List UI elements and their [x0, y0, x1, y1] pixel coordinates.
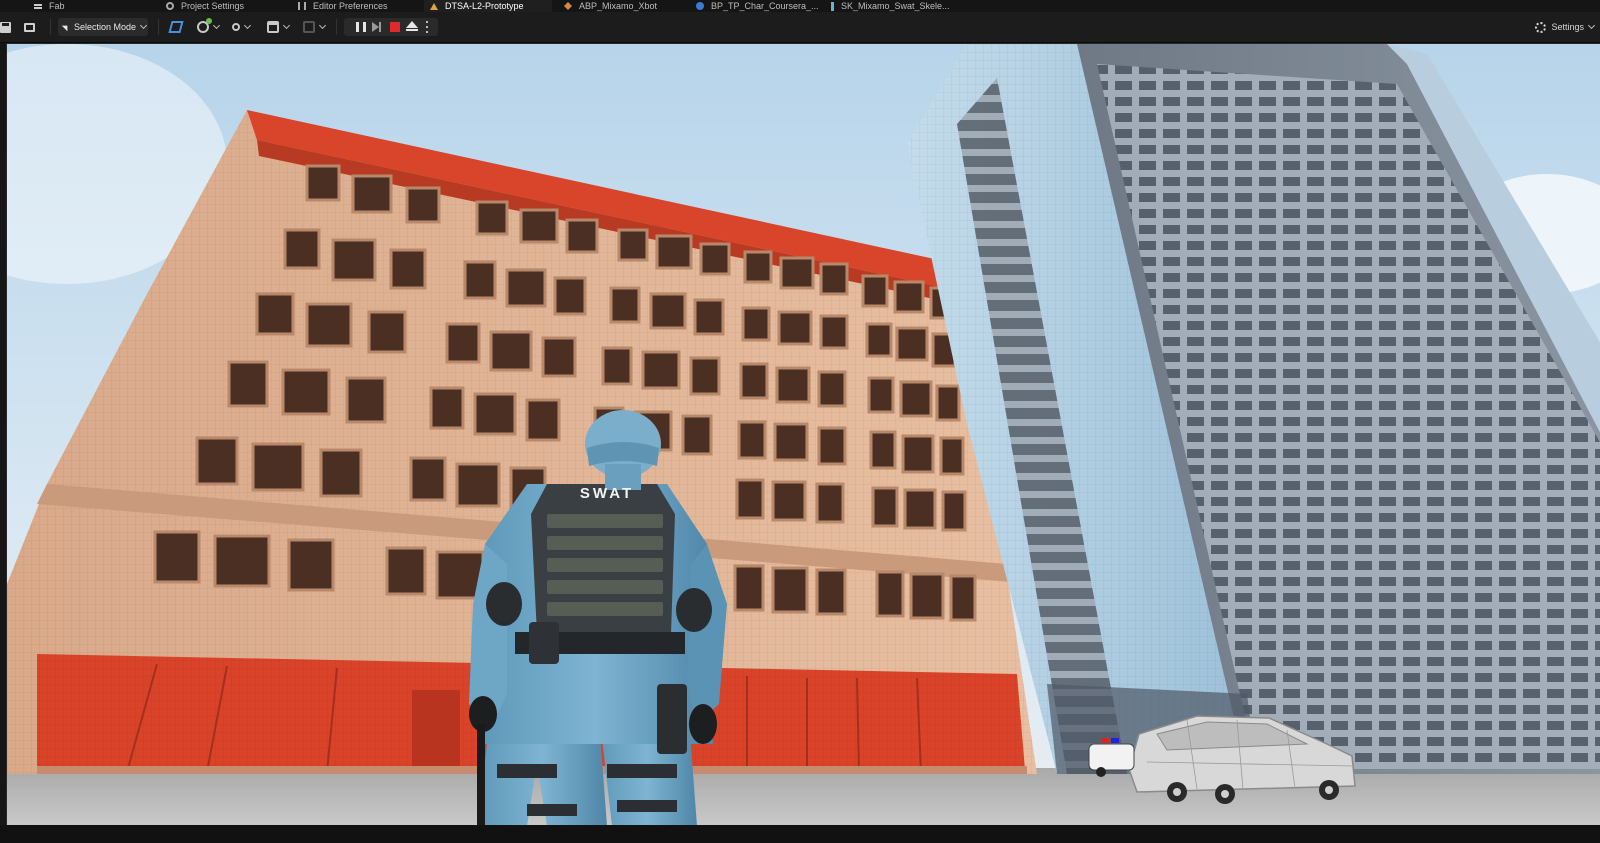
skeleton-icon: [831, 1, 834, 11]
tab-project-settings[interactable]: Project Settings: [166, 0, 244, 12]
tab-editor-preferences[interactable]: Editor Preferences: [298, 0, 388, 12]
level-icon: [430, 2, 438, 10]
stop-icon[interactable]: [390, 22, 400, 32]
eject-icon[interactable]: [406, 21, 418, 31]
tab-project-settings-label: Project Settings: [181, 1, 245, 11]
fab-icon: [34, 3, 42, 9]
tab-dtsa-l2-prototype-label: DTSA-L2-Prototype: [445, 1, 524, 11]
blueprint-graph-icon: [232, 23, 240, 31]
bottom-edge: [0, 825, 1600, 843]
animation-blueprint-icon: [564, 2, 572, 10]
settings-label: Settings: [1551, 22, 1584, 32]
toolbar-divider: [336, 19, 337, 35]
tab-bp-tp-char-coursera[interactable]: BP_TP_Char_Coursera_...: [696, 0, 819, 12]
content-browser-button[interactable]: [24, 18, 35, 36]
pause-icon[interactable]: [356, 22, 366, 32]
save-icon: [0, 21, 11, 33]
chevron-down-icon: [243, 21, 252, 30]
cursor-arrow-icon: [61, 22, 71, 32]
platforms-button[interactable]: [303, 18, 327, 36]
modeling-tools-button[interactable]: [168, 18, 184, 36]
add-actor-icon: [197, 18, 212, 33]
toolbar-divider: [50, 19, 51, 35]
toolbar-divider: [158, 19, 159, 35]
save-button[interactable]: [0, 18, 11, 36]
level-viewport[interactable]: SWAT: [6, 43, 1600, 826]
blueprint-character-icon: [696, 2, 704, 10]
chevron-down-icon: [318, 21, 327, 30]
scene-render: SWAT: [7, 44, 1600, 826]
sliders-icon: [298, 2, 306, 10]
tab-abp-mixamo-xbot-label: ABP_Mixamo_Xbot: [579, 1, 658, 11]
chevron-down-icon: [1587, 21, 1596, 30]
cinematics-button[interactable]: [267, 18, 291, 36]
main-toolbar: Selection Mode Settings: [0, 12, 1600, 43]
selection-mode-dropdown[interactable]: Selection Mode: [58, 18, 148, 36]
tab-sk-mixamo-swat-skeleton-label: SK_Mixamo_Swat_Skele...: [841, 1, 950, 11]
chevron-down-icon: [212, 21, 221, 30]
more-options-icon[interactable]: [426, 21, 428, 33]
document-tab-bar: Fab Project Settings Editor Preferences …: [0, 0, 1600, 12]
tab-dtsa-l2-prototype[interactable]: DTSA-L2-Prototype: [424, 0, 552, 12]
clapperboard-icon: [267, 21, 279, 33]
platforms-icon: [303, 21, 315, 33]
tab-abp-mixamo-xbot[interactable]: ABP_Mixamo_Xbot: [564, 0, 657, 12]
tab-editor-preferences-label: Editor Preferences: [313, 1, 388, 11]
chevron-down-icon: [140, 21, 148, 30]
settings-gear-icon: [166, 2, 174, 10]
swat-vest-label: SWAT: [580, 485, 634, 502]
selection-mode-label: Selection Mode: [74, 22, 137, 32]
play-controls: [344, 18, 438, 36]
quick-add-button[interactable]: [197, 18, 221, 36]
modeling-icon: [168, 21, 184, 33]
content-browser-icon: [24, 22, 35, 32]
tab-sk-mixamo-swat-skeleton[interactable]: SK_Mixamo_Swat_Skele...: [828, 0, 950, 12]
frame-skip-icon[interactable]: [372, 22, 381, 32]
blueprints-button[interactable]: [232, 18, 252, 36]
chevron-down-icon: [282, 21, 291, 30]
tab-fab-label: Fab: [49, 1, 65, 11]
tab-fab[interactable]: Fab: [34, 0, 65, 12]
tab-bp-tp-char-coursera-label: BP_TP_Char_Coursera_...: [711, 1, 819, 11]
gear-icon: [1535, 21, 1547, 33]
settings-button[interactable]: Settings: [1535, 18, 1596, 36]
